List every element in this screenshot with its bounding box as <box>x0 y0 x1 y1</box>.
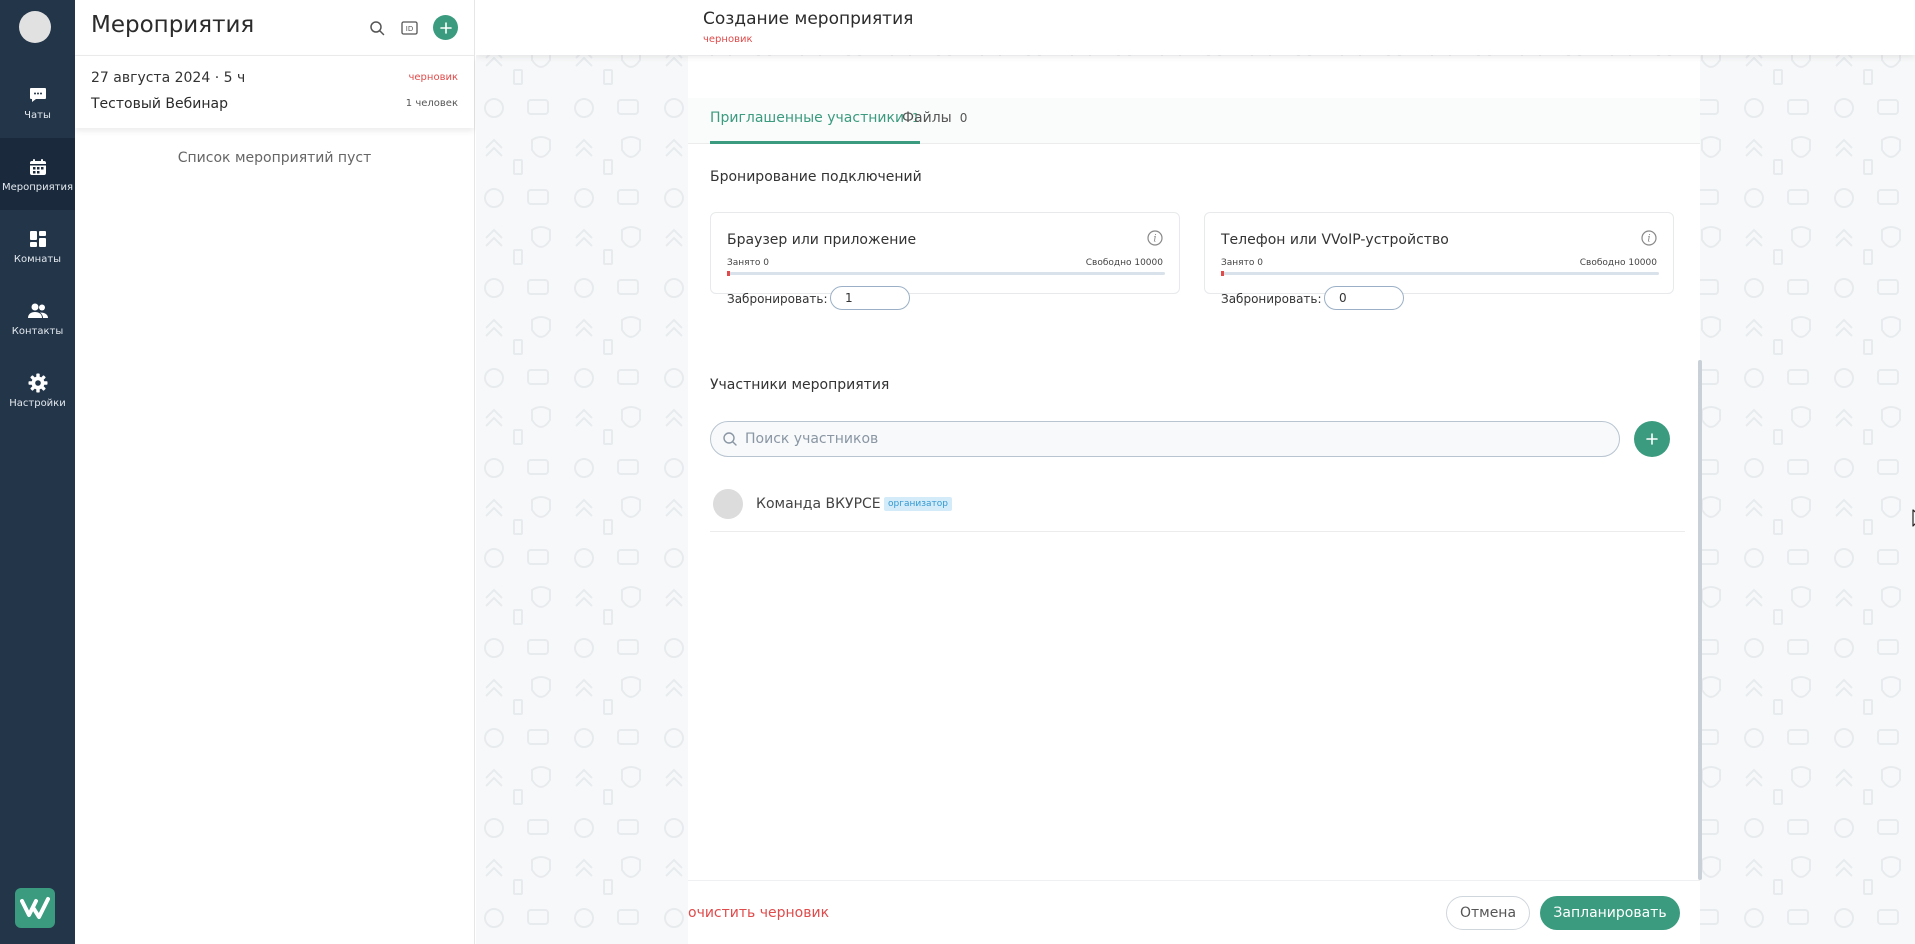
app-logo <box>15 888 55 928</box>
events-list-title: Мероприятия <box>91 12 255 38</box>
participant-search <box>710 421 1620 457</box>
nav-item-contacts[interactable]: Контакты <box>0 282 75 354</box>
booking-usage-bar <box>727 271 1165 276</box>
gear-icon <box>27 372 49 394</box>
add-participant-button[interactable] <box>1634 421 1670 457</box>
nav-item-settings[interactable]: Настройки <box>0 354 75 426</box>
booking-free: Свободно 10000 <box>1085 258 1163 268</box>
event-date: 27 августа 2024 · 5 ч <box>91 70 246 86</box>
participants-section-title: Участники мероприятия <box>710 377 890 393</box>
rooms-icon <box>27 228 49 250</box>
search-icon[interactable] <box>365 16 389 40</box>
role-badge: организатор <box>884 497 952 511</box>
nav-item-rooms[interactable]: Комнаты <box>0 210 75 282</box>
tabs: Приглашенные участники 1 Файлы 0 <box>688 98 1700 144</box>
nav-rail: Чаты Мероприятия Комнаты Контакты Настро… <box>0 0 75 944</box>
tab-invited-participants[interactable]: Приглашенные участники 1 <box>710 110 920 144</box>
user-avatar[interactable] <box>19 11 51 43</box>
plus-icon <box>439 21 452 34</box>
contacts-icon <box>27 300 49 322</box>
nav-item-label: Настройки <box>9 397 66 409</box>
svg-text:i: i <box>1153 234 1156 245</box>
event-name: Тестовый Вебинар <box>91 96 229 112</box>
booking-usage-bar <box>1221 271 1659 276</box>
booking-reserve-label: Забронировать: <box>1221 292 1322 306</box>
svg-text:i: i <box>1647 234 1650 245</box>
event-participant-count: 1 человек <box>405 98 458 109</box>
booking-card-title: Телефон или VVoIP-устройство <box>1221 232 1449 248</box>
info-icon[interactable]: i <box>1641 230 1657 246</box>
scrollbar[interactable] <box>1698 360 1702 880</box>
booking-reserve-label: Забронировать: <box>727 292 828 306</box>
nav-item-chats[interactable]: Чаты <box>0 66 75 138</box>
booking-used: Занято 0 <box>727 258 769 268</box>
search-icon <box>722 431 738 447</box>
page-status: черновик <box>703 34 753 45</box>
avatar <box>713 489 743 519</box>
info-icon[interactable]: i <box>1147 230 1163 246</box>
plus-icon <box>1646 433 1658 445</box>
page-header: Создание мероприятия черновик <box>476 0 1915 55</box>
cancel-button[interactable]: Отмена <box>1446 896 1530 930</box>
event-editor: Создание мероприятия черновик Приглашенн… <box>476 0 1915 944</box>
booking-card-title: Браузер или приложение <box>727 232 917 248</box>
participant-row[interactable]: Команда ВКУРСЕ организатор <box>710 486 1685 532</box>
event-status-badge: черновик <box>408 72 459 83</box>
events-empty-message: Список мероприятий пуст <box>177 150 372 166</box>
nav-item-label: Контакты <box>11 325 64 337</box>
svg-text:ID: ID <box>405 25 412 33</box>
participant-name: Команда ВКУРСЕ <box>756 496 881 512</box>
events-list-panel: Мероприятия ID 27 августа 2024 · 5 ч чер… <box>75 0 475 944</box>
booking-free: Свободно 10000 <box>1579 258 1657 268</box>
tab-count: 0 <box>959 111 968 125</box>
booking-used: Занято 0 <box>1221 258 1263 268</box>
add-event-button[interactable] <box>433 15 458 40</box>
tab-files[interactable]: Файлы 0 <box>902 110 967 144</box>
event-list-item[interactable]: 27 августа 2024 · 5 ч черновик Тестовый … <box>75 56 474 128</box>
tab-label: Приглашенные участники <box>710 110 905 126</box>
form-footer: очистить черновик Отмена Запланировать <box>688 880 1700 944</box>
nav-item-events[interactable]: Мероприятия <box>0 138 75 210</box>
page-title: Создание мероприятия <box>703 9 914 29</box>
booking-section-title: Бронирование подключений <box>710 169 922 185</box>
id-icon[interactable]: ID <box>397 16 421 40</box>
chat-icon <box>27 84 49 106</box>
event-form-panel: Приглашенные участники 1 Файлы 0 Бронирова… <box>688 56 1700 944</box>
nav-item-label: Комнаты <box>13 253 62 265</box>
booking-reserve-input[interactable] <box>830 286 910 310</box>
tab-label: Файлы <box>902 110 952 126</box>
booking-reserve-input[interactable] <box>1324 286 1404 310</box>
nav-item-label: Мероприятия <box>2 181 73 193</box>
booking-card-browser: Браузер или приложение i Занято 0 Свобод… <box>710 212 1180 310</box>
clear-draft-button[interactable]: очистить черновик <box>688 905 829 921</box>
events-list-header: Мероприятия ID <box>75 0 474 56</box>
schedule-button[interactable]: Запланировать <box>1540 896 1680 930</box>
participant-search-input[interactable] <box>745 422 1605 456</box>
booking-card-phone: Телефон или VVoIP-устройство i Занято 0 … <box>1204 212 1674 310</box>
calendar-icon <box>27 156 49 178</box>
nav-item-label: Чаты <box>24 109 51 121</box>
